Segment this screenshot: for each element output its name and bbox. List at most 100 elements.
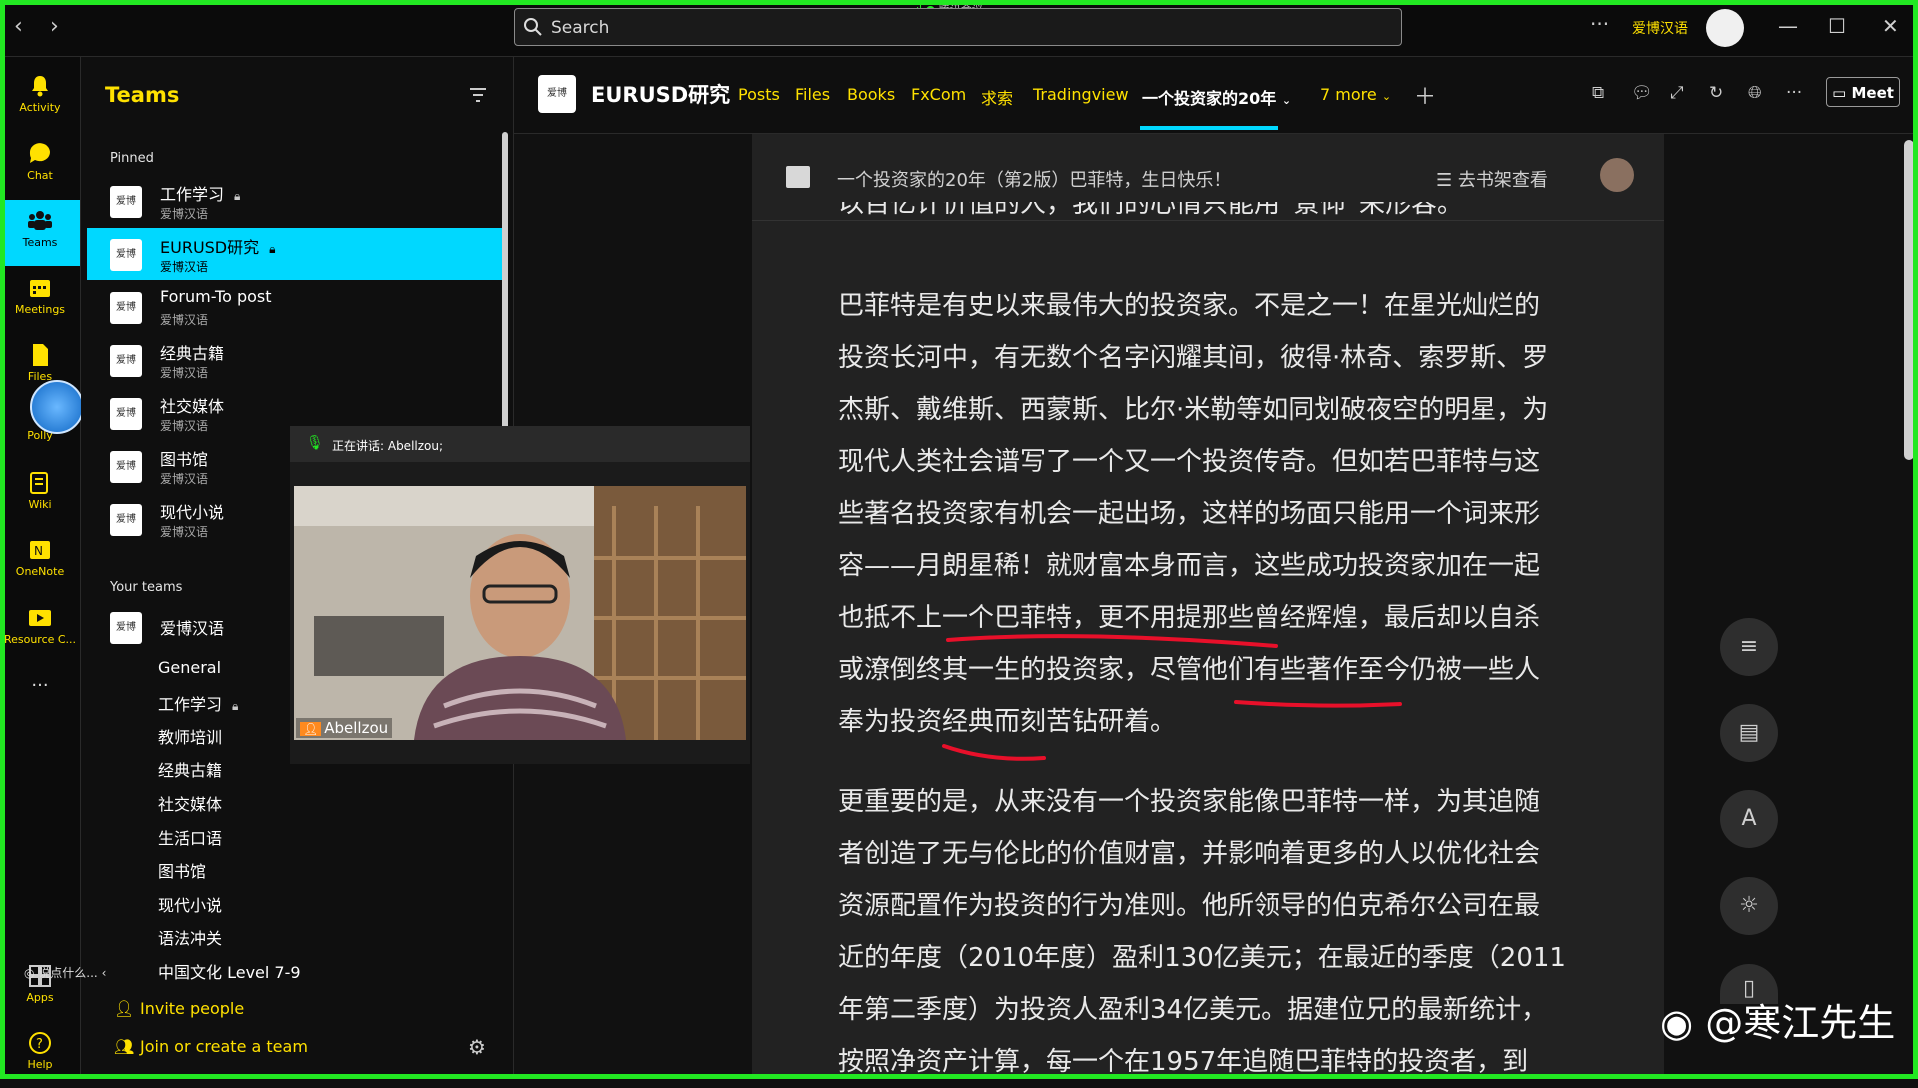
tab-posts[interactable]: Posts (738, 85, 780, 104)
expand-icon[interactable]: ⤢ (1670, 83, 1684, 103)
team-name: EURUSD研究 (160, 238, 260, 257)
pinned-team-row-selected[interactable]: 爱博 EURUSD研究 🔒︎ 爱博汉语 (87, 228, 502, 280)
book-icon[interactable] (786, 166, 810, 188)
tab-investor-20-years[interactable]: 一个投资家的20年 ⌄ (1142, 85, 1291, 109)
channel-item[interactable]: 现代小说 (158, 892, 222, 916)
text-line: 按照净资产计算，每一个在1957年追随巴菲特的投资者，到 (838, 1047, 1529, 1077)
conversation-icon[interactable]: 💬︎ (1631, 83, 1653, 103)
speaking-indicator: 正在讲话: Abellzou; (332, 439, 444, 453)
channel-item[interactable]: 中国文化 Level 7-9 (158, 959, 301, 983)
table-of-contents-button[interactable]: ≡ (1720, 618, 1778, 676)
rail-chat[interactable]: Chat (0, 133, 80, 199)
globe-icon[interactable]: 🌐︎ (1748, 83, 1762, 103)
search-input[interactable]: Search (514, 8, 1402, 46)
team-avatar: 爱博 (110, 292, 142, 324)
channel-item[interactable]: 工作学习 🔒︎ (158, 691, 238, 715)
pinned-team-row[interactable]: 爱博 Forum-To post 爱博汉语 (87, 281, 502, 333)
teams-icon (28, 211, 52, 230)
font-size-button[interactable]: A (1720, 790, 1778, 848)
filter-icon[interactable] (469, 87, 487, 103)
team-org: 爱博汉语 (160, 366, 209, 380)
channel-avatar: 爱博 (538, 75, 576, 113)
pinned-team-row[interactable]: 爱博 经典古籍 爱博汉语 (87, 334, 502, 386)
file-icon (33, 344, 48, 366)
close-icon[interactable]: ✕ (1882, 14, 1899, 38)
weibo-logo-icon: ◉ (1660, 1001, 1694, 1045)
add-person-icon: 👤︎ (114, 999, 135, 1018)
rail-more[interactable]: ··· (0, 673, 80, 739)
rail-activity[interactable]: Activity (0, 65, 80, 131)
team-add-icon: 👥︎ (114, 1037, 135, 1056)
text-line: 更重要的是，从来没有一个投资家能像巴菲特一样，为其追随 (838, 787, 1541, 817)
team-org: 爱博汉语 (160, 207, 209, 221)
forward-arrow-icon[interactable]: › (50, 14, 59, 39)
panel-title: Teams (105, 83, 180, 107)
rail-help[interactable]: ? Help (0, 1022, 80, 1088)
chevron-down-icon: ⌄ (1381, 90, 1392, 103)
team-org: 爱博汉语 (160, 260, 209, 274)
channel-item[interactable]: 社交媒体 (158, 791, 222, 815)
person-icon: 👤︎ (300, 722, 322, 736)
shelf-link[interactable]: ☰ 去书架查看 (1436, 166, 1548, 192)
rail-onenote[interactable]: N OneNote (0, 529, 80, 595)
rail-resource[interactable]: Resource C... (0, 597, 80, 663)
channel-item[interactable]: 生活口语 (158, 825, 222, 849)
maximize-icon[interactable]: ☐ (1828, 14, 1846, 38)
rail-teams[interactable]: Teams (0, 200, 80, 266)
settings-gear-icon[interactable]: ⚙ (468, 1035, 486, 1059)
settings-more-icon[interactable]: ··· (1590, 12, 1609, 36)
wiki-icon (30, 472, 48, 494)
avatar[interactable] (1706, 9, 1744, 47)
tab-qiusuo[interactable]: 求索 (981, 85, 1013, 109)
org-name[interactable]: 爱博汉语 (1632, 18, 1688, 38)
chevron-down-icon: ⌄ (1281, 94, 1292, 107)
text-line: 也抵不上一个巴菲特，更不用提那些曾经辉煌，最后却以自杀 (838, 603, 1541, 633)
channel-title: EURUSD研究 (591, 83, 731, 107)
panel-scrollbar[interactable] (502, 132, 508, 452)
text-line: 资源配置作为投资的行为准则。他所领导的伯克希尔公司在最 (838, 891, 1541, 921)
channel-item[interactable]: 语法冲关 (158, 925, 222, 949)
resource-icon (29, 610, 51, 626)
popout-icon[interactable]: ⧉ (1592, 83, 1604, 103)
help-icon: ? (29, 1032, 51, 1054)
text-line: 现代人类社会谱写了一个又一个投资传奇。但如若巴菲特与这 (838, 447, 1541, 477)
chat-input-hint[interactable]: ◎ 说点什么... ‹ (24, 964, 106, 981)
rail-wiki[interactable]: Wiki (0, 462, 80, 528)
reader-scrollbar[interactable] (1904, 140, 1914, 460)
video-scene (294, 486, 746, 740)
team-name: Forum-To post (160, 287, 272, 306)
tab-files[interactable]: Files (795, 85, 830, 104)
channel-item[interactable]: 图书馆 (158, 858, 206, 882)
notes-button[interactable]: ▤ (1720, 704, 1778, 762)
team-org: 爱博汉语 (160, 525, 209, 539)
refresh-icon[interactable]: ↻ (1709, 83, 1723, 103)
channel-item[interactable]: General (158, 658, 221, 677)
minimize-icon[interactable]: — (1778, 14, 1798, 38)
invite-people-button[interactable]: 👤︎ Invite people (114, 999, 244, 1018)
team-avatar: 爱博 (110, 504, 142, 536)
join-create-team-button[interactable]: 👥︎ Join or create a team (114, 1037, 308, 1056)
team-name: 爱博汉语 (160, 619, 225, 638)
pinned-team-row[interactable]: 爱博 工作学习 🔒︎ 爱博汉语 (87, 175, 502, 227)
meet-button[interactable]: ▭ Meet (1826, 77, 1900, 107)
add-tab-icon[interactable]: ＋ (1414, 79, 1436, 111)
team-name: 现代小说 (160, 503, 225, 522)
tab-more[interactable]: 7 more ⌄ (1320, 85, 1391, 104)
back-arrow-icon[interactable]: ‹ (14, 14, 23, 39)
tab-books[interactable]: Books (847, 85, 895, 104)
video-call-window[interactable]: 🎙︎ 正在讲话: Abellzou; 👤︎ Abellzou (290, 426, 750, 764)
rail-meetings[interactable]: Meetings (0, 267, 80, 333)
team-name: 社交媒体 (160, 397, 225, 416)
tab-fxcom[interactable]: FxCom (911, 85, 966, 104)
channel-item[interactable]: 教师培训 (158, 724, 222, 748)
more-options-icon[interactable]: ··· (1786, 83, 1802, 103)
search-placeholder: Search (551, 18, 610, 38)
team-avatar: 爱博 (110, 186, 142, 218)
brightness-button[interactable]: ☼ (1720, 877, 1778, 935)
channel-item[interactable]: 经典古籍 (158, 757, 222, 781)
team-avatar: 爱博 (110, 612, 142, 644)
book-text-cut: 以百亿计价值的人，我们的心情只能用“景仰”来形容。 (838, 202, 1580, 232)
tab-tradingview[interactable]: Tradingview (1033, 85, 1129, 104)
avatar[interactable] (1600, 158, 1634, 192)
polly-icon[interactable] (30, 380, 84, 434)
